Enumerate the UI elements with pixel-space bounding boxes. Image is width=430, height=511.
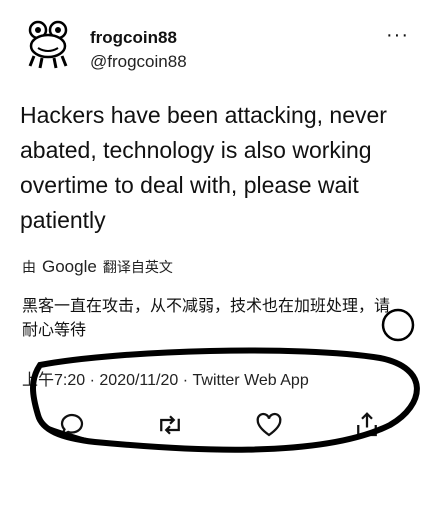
tweet-metadata: 上午7:20 · 2020/11/20 · Twitter Web App <box>22 366 309 390</box>
translated-text: 黑客一直在攻击，从不减弱，技术也在加班处理，请耐心等待 <box>22 296 391 339</box>
translation-attribution: 由 Google 翻译自英文 <box>22 257 173 277</box>
translation-suffix: 翻译自英文 <box>102 259 173 275</box>
like-icon[interactable] <box>254 410 284 440</box>
tweet-time[interactable]: 上午7:20 <box>22 372 85 389</box>
share-icon[interactable] <box>352 410 382 440</box>
separator: · <box>89 372 95 389</box>
separator: · <box>182 372 189 389</box>
tweet-text: Hackers have been attacking, never abate… <box>20 102 387 233</box>
more-options-icon[interactable]: ··· <box>386 24 409 47</box>
tweet-date[interactable]: 2020/11/20 <box>99 372 178 389</box>
user-handle[interactable]: @frogcoin88 <box>90 52 187 72</box>
avatar[interactable] <box>20 14 76 70</box>
tweet-source[interactable]: Twitter Web App <box>193 372 309 389</box>
action-bar <box>0 408 430 444</box>
retweet-icon[interactable] <box>155 410 185 440</box>
display-name[interactable]: frogcoin88 <box>90 28 177 48</box>
translation-prefix: 由 <box>22 259 36 275</box>
google-logo: Google <box>42 257 97 276</box>
frog-avatar-icon <box>28 20 68 69</box>
tweet-header: frogcoin88 @frogcoin88 ··· <box>20 10 415 80</box>
reply-icon[interactable] <box>57 410 87 440</box>
